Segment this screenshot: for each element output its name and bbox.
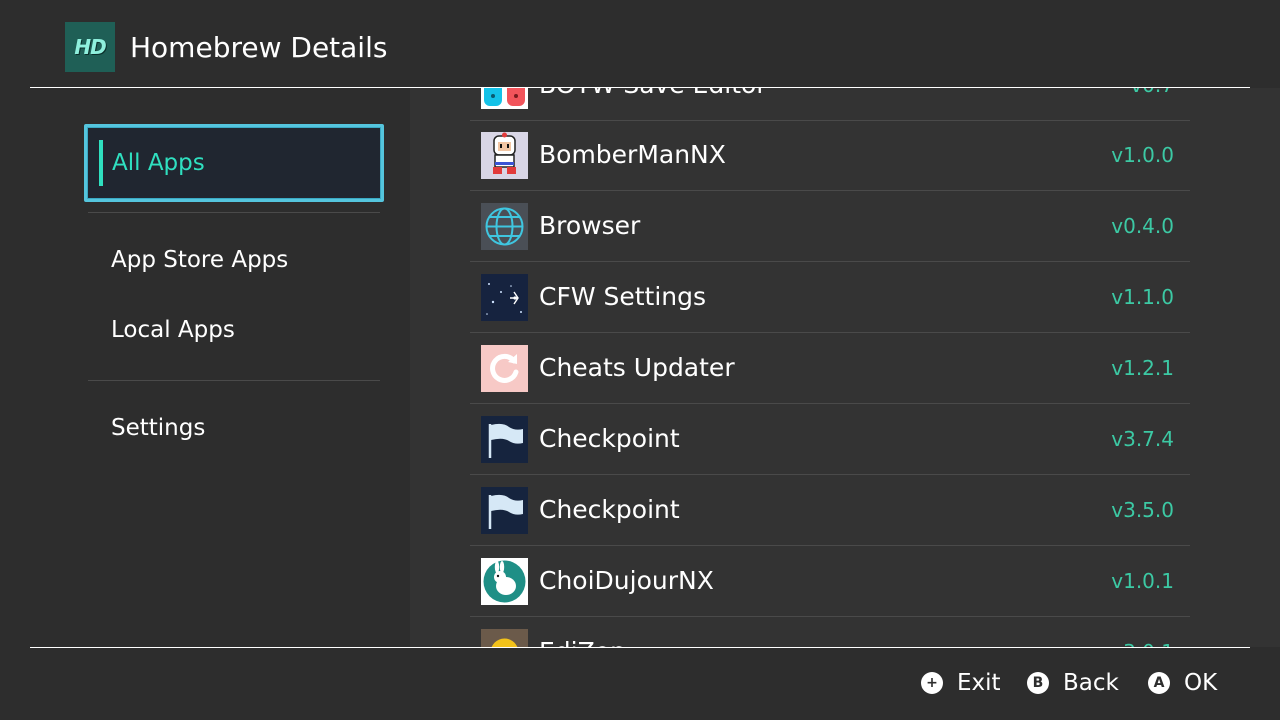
- a-button-icon: A: [1148, 672, 1170, 694]
- refresh-icon: [481, 345, 528, 392]
- selection-indicator: [99, 140, 103, 186]
- app-name: BomberManNX: [539, 140, 726, 169]
- sun-icon: [481, 629, 528, 647]
- sidebar-item-settings[interactable]: Settings: [111, 413, 205, 443]
- app-name: Checkpoint: [539, 424, 680, 453]
- b-button-icon: B: [1027, 672, 1049, 694]
- sidebar-divider: [88, 380, 380, 381]
- page-title: Homebrew Details: [130, 31, 388, 64]
- list-item[interactable]: ChoiDujourNX v1.0.1: [470, 546, 1190, 617]
- list-item[interactable]: CFW Settings v1.1.0: [470, 262, 1190, 333]
- globe-icon: [481, 203, 528, 250]
- app-name: ChoiDujourNX: [539, 566, 714, 595]
- sidebar-item-app-store-apps[interactable]: App Store Apps: [111, 245, 288, 275]
- app-version: v1.0.1: [1111, 569, 1174, 593]
- list-item[interactable]: BOTW Save Editor v0.7: [470, 88, 1190, 121]
- flag-icon: [481, 416, 528, 463]
- app-version: v0.4.0: [1111, 214, 1174, 238]
- bomberman-icon: [481, 132, 528, 179]
- app-list[interactable]: BOTW Save Editor v0.7 BomberManNX v1.0.0: [410, 88, 1280, 647]
- app-version: v1.2.1: [1111, 356, 1174, 380]
- plus-button-icon: +: [921, 672, 943, 694]
- list-item[interactable]: Checkpoint v3.7.4: [470, 404, 1190, 475]
- sidebar-item-label: All Apps: [112, 150, 205, 176]
- logo-text: HD: [74, 35, 106, 59]
- app-name: CFW Settings: [539, 282, 707, 311]
- joycon-icon: [481, 88, 528, 109]
- list-item[interactable]: Cheats Updater v1.2.1: [470, 333, 1190, 404]
- sidebar-divider: [88, 212, 380, 213]
- list-item[interactable]: Checkpoint v3.5.0: [470, 475, 1190, 546]
- app-header: HD Homebrew Details: [0, 0, 1280, 88]
- hd-logo: HD: [65, 22, 115, 72]
- app-name: Browser: [539, 211, 641, 240]
- back-label: Back: [1063, 670, 1119, 696]
- sidebar-item-all-apps[interactable]: All Apps: [84, 124, 384, 202]
- exit-label: Exit: [957, 670, 1001, 696]
- list-item[interactable]: BomberManNX v1.0.0: [470, 120, 1190, 191]
- app-name: EdiZon: [539, 635, 626, 647]
- app-version: v3.0.1: [1111, 639, 1174, 647]
- list-item[interactable]: EdiZon v3.0.1: [470, 617, 1190, 647]
- app-version: v3.7.4: [1111, 427, 1174, 451]
- app-name: Cheats Updater: [539, 353, 735, 382]
- ok-button[interactable]: A OK: [1148, 668, 1217, 698]
- app-version: v1.0.0: [1111, 143, 1174, 167]
- app-version: v0.7: [1130, 88, 1174, 98]
- app-version: v3.5.0: [1111, 498, 1174, 522]
- flag-icon: [481, 487, 528, 534]
- app-version: v1.1.0: [1111, 285, 1174, 309]
- starfield-icon: [481, 274, 528, 321]
- ok-label: OK: [1184, 670, 1218, 696]
- list-item[interactable]: Browser v0.4.0: [470, 191, 1190, 262]
- back-button[interactable]: B Back: [1027, 668, 1119, 698]
- app-name: BOTW Save Editor: [539, 88, 767, 102]
- rabbit-icon: [481, 558, 528, 605]
- footer: + Exit B Back A OK: [0, 648, 1280, 720]
- exit-button[interactable]: + Exit: [921, 668, 1001, 698]
- sidebar-item-local-apps[interactable]: Local Apps: [111, 315, 235, 345]
- app-name: Checkpoint: [539, 495, 680, 524]
